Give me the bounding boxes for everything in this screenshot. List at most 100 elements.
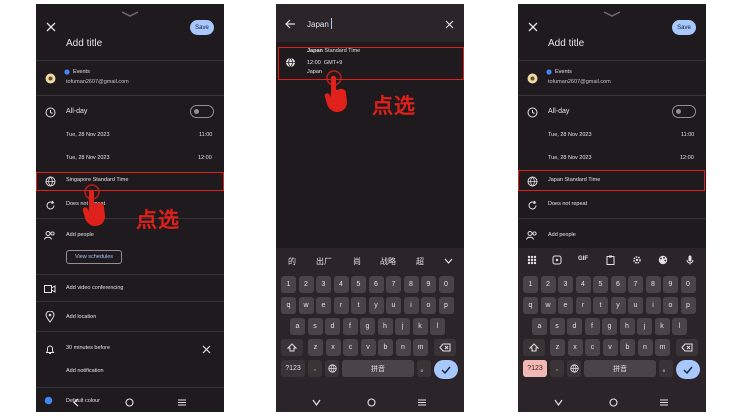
allday-toggle[interactable] — [190, 105, 214, 118]
key-f[interactable]: f — [342, 318, 358, 335]
nav-back-icon[interactable] — [70, 396, 82, 408]
key-3[interactable]: 3 — [558, 276, 573, 293]
language-key[interactable] — [567, 360, 581, 377]
candidate-2[interactable]: 尚 — [353, 256, 361, 267]
key-i[interactable]: i — [403, 297, 419, 314]
drag-handle-icon[interactable] — [602, 10, 622, 18]
candidate-4[interactable]: 超 — [416, 256, 424, 267]
key-h[interactable]: h — [377, 318, 393, 335]
symbols-key[interactable]: ?123 — [281, 360, 305, 377]
key-c[interactable]: c — [585, 339, 600, 356]
event-title-input[interactable]: Add title — [66, 38, 102, 49]
end-time[interactable]: 12:00 — [198, 155, 212, 161]
timezone-search-input[interactable]: Japan — [307, 20, 329, 29]
key-6[interactable]: 6 — [368, 276, 384, 293]
key-9[interactable]: 9 — [663, 276, 678, 293]
key-4[interactable]: 4 — [333, 276, 349, 293]
view-schedules-button[interactable]: View schedules — [66, 250, 122, 264]
clear-search-icon[interactable] — [443, 18, 455, 30]
backspace-key[interactable] — [675, 339, 698, 356]
key-s[interactable]: s — [549, 318, 565, 335]
expand-candidates-icon[interactable] — [442, 255, 454, 267]
key-p[interactable]: p — [680, 297, 696, 314]
key-u[interactable]: u — [386, 297, 401, 314]
key-w[interactable]: w — [540, 297, 556, 314]
key-5[interactable]: 5 — [593, 276, 608, 293]
back-arrow-icon[interactable] — [284, 18, 296, 30]
key-t[interactable]: t — [593, 297, 608, 314]
key-n[interactable]: n — [637, 339, 653, 356]
repeat-field[interactable]: Does not repeat — [548, 201, 587, 207]
space-key[interactable]: 拼音 — [584, 360, 656, 377]
key-x[interactable]: x — [325, 339, 341, 356]
key-g[interactable]: g — [602, 318, 617, 335]
key-1[interactable]: 1 — [281, 276, 296, 293]
key-j[interactable]: j — [395, 318, 410, 335]
key-l[interactable]: l — [672, 318, 687, 335]
nav-home-icon[interactable] — [365, 396, 377, 408]
end-date[interactable]: Tue, 28 Nov 2023 — [548, 155, 592, 161]
drag-handle-icon[interactable] — [120, 10, 140, 18]
palette-icon[interactable] — [657, 254, 669, 266]
symbols-key[interactable]: ?123 — [523, 360, 547, 377]
nav-home-icon[interactable] — [123, 396, 135, 408]
comma-key[interactable]: , — [308, 360, 322, 377]
calendar-name[interactable]: Events — [73, 69, 90, 75]
key-v[interactable]: v — [602, 339, 618, 356]
enter-key[interactable] — [676, 360, 700, 379]
remove-reminder-icon[interactable] — [200, 343, 212, 355]
save-button[interactable]: Save — [672, 20, 696, 35]
start-date[interactable]: Tue, 28 Nov 2023 — [548, 132, 592, 138]
key-k[interactable]: k — [412, 318, 428, 335]
key-z[interactable]: z — [308, 339, 323, 356]
key-2[interactable]: 2 — [298, 276, 314, 293]
end-time[interactable]: 12:00 — [680, 155, 694, 161]
start-date[interactable]: Tue, 28 Nov 2023 — [66, 132, 110, 138]
comma-key[interactable]: , — [550, 360, 564, 377]
key-8[interactable]: 8 — [645, 276, 661, 293]
close-icon[interactable] — [45, 21, 57, 33]
key-8[interactable]: 8 — [403, 276, 419, 293]
add-people-field[interactable]: Add people — [66, 232, 94, 238]
settings-gear-icon[interactable] — [631, 254, 643, 266]
key-d[interactable]: d — [325, 318, 340, 335]
space-key[interactable]: 拼音 — [342, 360, 414, 377]
add-notification-field[interactable]: Add notification — [66, 368, 104, 374]
end-date[interactable]: Tue, 28 Nov 2023 — [66, 155, 110, 161]
key-0[interactable]: 0 — [438, 276, 454, 293]
sticker-icon[interactable] — [551, 254, 563, 266]
key-o[interactable]: o — [421, 297, 436, 314]
key-i[interactable]: i — [645, 297, 661, 314]
allday-toggle[interactable] — [672, 105, 696, 118]
key-b[interactable]: b — [378, 339, 393, 356]
nav-back-icon[interactable] — [310, 396, 322, 408]
candidate-0[interactable]: 的 — [288, 256, 296, 267]
period-key[interactable]: 。 — [659, 360, 673, 377]
key-3[interactable]: 3 — [316, 276, 331, 293]
key-2[interactable]: 2 — [540, 276, 556, 293]
key-5[interactable]: 5 — [351, 276, 366, 293]
key-m[interactable]: m — [655, 339, 670, 356]
key-d[interactable]: d — [567, 318, 582, 335]
start-time[interactable]: 11:00 — [199, 132, 212, 138]
microphone-icon[interactable] — [684, 254, 696, 266]
key-r[interactable]: r — [575, 297, 591, 314]
key-a[interactable]: a — [532, 318, 547, 335]
candidate-3[interactable]: 战略 — [380, 256, 396, 267]
key-6[interactable]: 6 — [610, 276, 626, 293]
key-u[interactable]: u — [628, 297, 643, 314]
key-h[interactable]: h — [619, 318, 635, 335]
start-time[interactable]: 11:00 — [681, 132, 694, 138]
nav-back-icon[interactable] — [552, 396, 564, 408]
key-v[interactable]: v — [360, 339, 376, 356]
candidate-1[interactable]: 出厂 — [316, 256, 332, 267]
key-1[interactable]: 1 — [523, 276, 538, 293]
language-key[interactable] — [325, 360, 339, 377]
calendar-name[interactable]: Events — [555, 69, 572, 75]
nav-recents-icon[interactable] — [176, 396, 188, 408]
key-f[interactable]: f — [584, 318, 600, 335]
key-k[interactable]: k — [654, 318, 670, 335]
key-j[interactable]: j — [637, 318, 652, 335]
key-e[interactable]: e — [316, 297, 331, 314]
nav-recents-icon[interactable] — [658, 396, 670, 408]
